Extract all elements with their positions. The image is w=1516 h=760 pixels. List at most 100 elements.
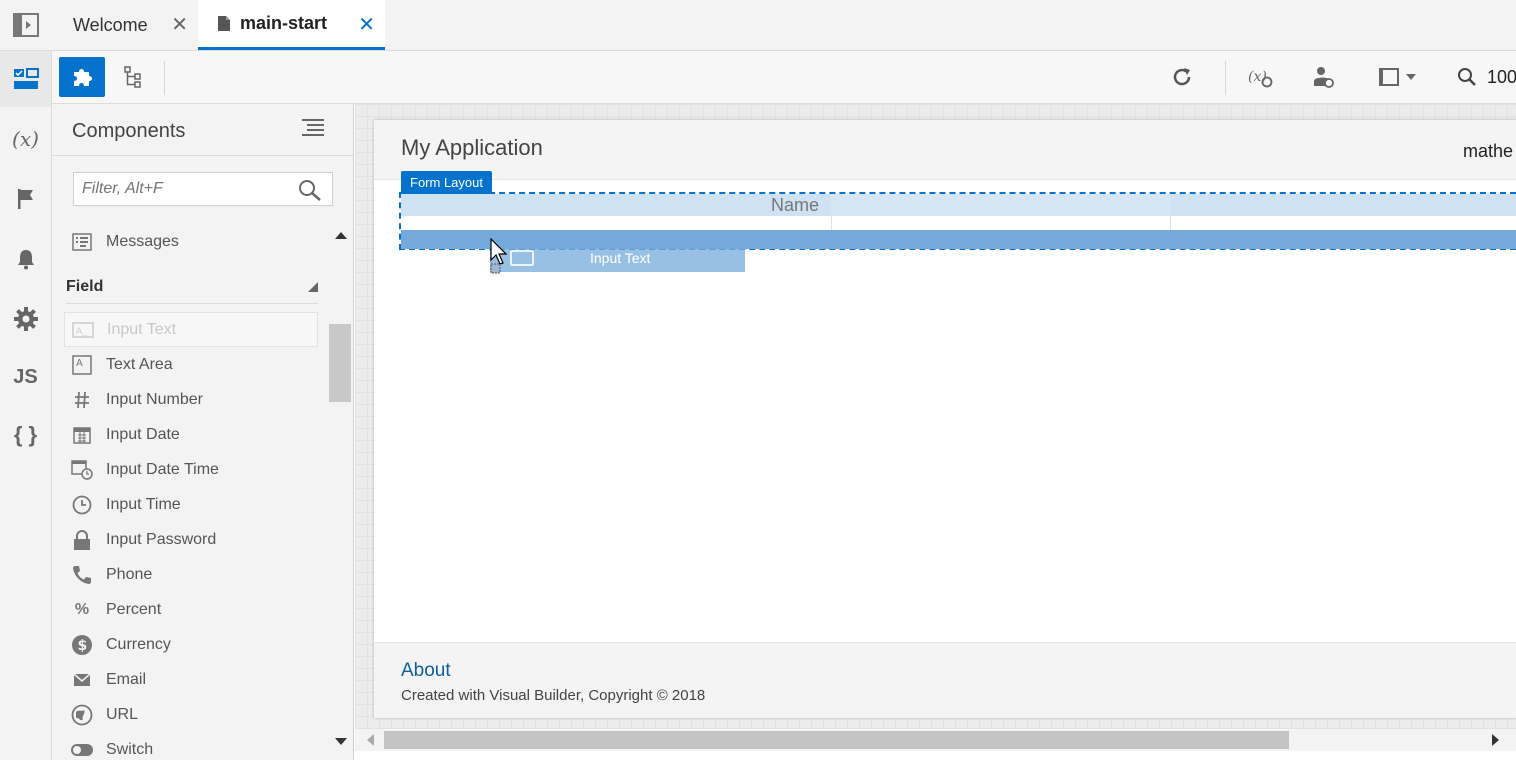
- component-input-time[interactable]: Input Time: [64, 487, 318, 522]
- device-frame-icon: [1379, 68, 1416, 86]
- component-input-number[interactable]: Input Number: [64, 382, 318, 417]
- scroll-left-arrow-icon[interactable]: [367, 734, 374, 746]
- app-header[interactable]: My Application mathe: [374, 120, 1516, 180]
- bell-icon: [17, 250, 34, 270]
- about-link[interactable]: About: [401, 660, 451, 682]
- form-row-name[interactable]: Name: [401, 194, 1516, 234]
- app-footer[interactable]: About Created with Visual Builder, Copyr…: [374, 642, 1516, 718]
- component-label: Input Date Time: [106, 460, 219, 478]
- design-canvas[interactable]: My Application mathe Form Layout Name In…: [355, 104, 1516, 729]
- drag-ghost-label: Input Text: [590, 250, 651, 266]
- filter-field[interactable]: [73, 172, 333, 206]
- component-messages[interactable]: Messages: [64, 224, 318, 259]
- form-layout-container[interactable]: Name: [399, 192, 1516, 250]
- component-text-area[interactable]: A Text Area: [64, 347, 318, 382]
- component-input-password[interactable]: Input Password: [64, 522, 318, 557]
- page-designer-icon: [13, 68, 39, 89]
- zoom-button[interactable]: [1444, 57, 1490, 97]
- designer-toolbar: (x) 100: [52, 51, 1516, 104]
- component-switch[interactable]: Switch: [64, 732, 318, 760]
- component-percent[interactable]: % Percent: [64, 592, 318, 627]
- canvas-horizontal-scrollbar[interactable]: [355, 729, 1516, 751]
- rail-json[interactable]: { }: [0, 407, 51, 463]
- components-panel-header: Components: [52, 104, 354, 156]
- text-area-icon: A: [68, 354, 96, 375]
- scroll-right-arrow-icon[interactable]: [1492, 734, 1499, 746]
- components-view-button[interactable]: [59, 57, 105, 97]
- component-label: Text Area: [106, 355, 173, 373]
- refresh-icon: [1173, 68, 1191, 86]
- panel-title: Components: [72, 120, 186, 142]
- input-text-icon: A_: [69, 321, 97, 338]
- collapse-navigator-button[interactable]: [0, 0, 52, 50]
- tab-main-start[interactable]: main-start ✕: [198, 0, 385, 50]
- envelope-icon: [68, 672, 96, 687]
- phone-icon: [68, 565, 96, 585]
- rail-settings[interactable]: [0, 291, 51, 347]
- rail-events[interactable]: [0, 231, 51, 287]
- component-label: Input Time: [106, 495, 181, 513]
- rail-page-designer[interactable]: [0, 51, 51, 107]
- close-tab-welcome-icon[interactable]: ✕: [171, 12, 188, 37]
- component-input-text[interactable]: A_ Input Text: [64, 312, 318, 347]
- component-phone[interactable]: Phone: [64, 557, 318, 592]
- rail-javascript[interactable]: JS: [0, 349, 51, 405]
- user-gear-icon: [1314, 67, 1334, 88]
- variables-toolbar-button[interactable]: (x): [1237, 57, 1283, 97]
- clock-icon: [68, 495, 96, 515]
- component-input-date-time[interactable]: Input Date Time: [64, 452, 318, 487]
- app-user-name[interactable]: mathe: [1463, 141, 1513, 162]
- component-url[interactable]: URL: [64, 697, 318, 732]
- roles-button[interactable]: [1300, 57, 1346, 97]
- mouse-cursor-icon: [490, 238, 508, 274]
- page-preview[interactable]: My Application mathe Form Layout Name In…: [374, 120, 1516, 718]
- scroll-up-arrow-icon[interactable]: [335, 232, 347, 239]
- panel-toggle-icon: [13, 13, 39, 37]
- component-label: Messages: [106, 232, 179, 250]
- puzzle-piece-icon: [74, 69, 92, 86]
- component-email[interactable]: Email: [64, 662, 318, 697]
- component-label: Input Text: [107, 320, 177, 338]
- scroll-thumb[interactable]: [329, 324, 351, 402]
- component-input-date[interactable]: Input Date: [64, 417, 318, 452]
- component-label: Input Number: [106, 390, 203, 408]
- component-currency[interactable]: $ Currency: [64, 627, 318, 662]
- name-input-field[interactable]: [831, 194, 1171, 234]
- gear-icon: [13, 307, 38, 331]
- device-size-dropdown[interactable]: [1370, 57, 1426, 97]
- form-layout-tag[interactable]: Form Layout: [401, 171, 492, 194]
- refresh-button[interactable]: [1159, 57, 1205, 97]
- js-icon: JS: [13, 365, 38, 388]
- components-vertical-scrollbar[interactable]: [329, 224, 353, 760]
- svg-text:A: A: [76, 358, 83, 369]
- rail-variables[interactable]: (x): [0, 111, 51, 167]
- close-tab-main-start-icon[interactable]: ✕: [358, 12, 375, 37]
- components-panel: Components Filter, Alt+F Messages Field …: [52, 104, 354, 760]
- search-icon[interactable]: [298, 179, 322, 206]
- svg-text:A_: A_: [76, 327, 87, 337]
- messages-icon: [68, 232, 96, 251]
- scroll-down-arrow-icon[interactable]: [335, 738, 347, 745]
- toolbar-separator: [1225, 61, 1226, 95]
- dollar-icon: $: [68, 634, 96, 656]
- app-title[interactable]: My Application: [401, 135, 543, 161]
- editor-tab-bar: Welcome ✕ main-start ✕: [0, 0, 1516, 51]
- section-field-header[interactable]: Field: [66, 278, 318, 304]
- structure-tree-icon: [124, 66, 141, 88]
- drag-ghost-input-text: Input Text: [490, 246, 745, 272]
- horizontal-scroll-thumb[interactable]: [384, 731, 1289, 749]
- section-title: Field: [66, 278, 104, 295]
- filter-input[interactable]: [74, 173, 294, 205]
- copyright-text: Created with Visual Builder, Copyright ©…: [401, 687, 706, 704]
- collapse-triangle-icon[interactable]: [308, 282, 318, 292]
- panel-menu-button[interactable]: [302, 118, 324, 143]
- tab-welcome[interactable]: Welcome ✕: [53, 0, 198, 50]
- lock-icon: [68, 529, 96, 550]
- input-text-icon: [510, 250, 534, 266]
- tab-welcome-label: Welcome: [73, 14, 148, 35]
- structure-view-button[interactable]: [110, 57, 156, 97]
- rail-flags[interactable]: [0, 171, 51, 227]
- zoom-level[interactable]: 100: [1487, 67, 1516, 88]
- visual-builder-window: Welcome ✕ main-start ✕ (x) JS {} (x) 10…: [0, 0, 1516, 760]
- hamburger-menu-icon: [302, 119, 324, 136]
